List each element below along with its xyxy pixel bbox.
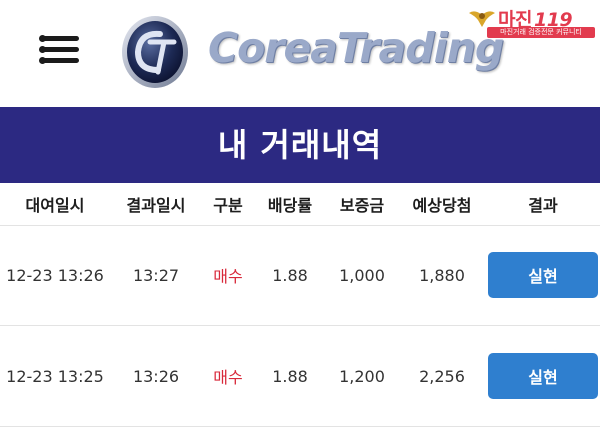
result-cell: 실현 bbox=[486, 326, 600, 426]
trade-type: 매수 bbox=[213, 368, 243, 387]
badge-subtitle: 마진거래 검증전문 커뮤니티 bbox=[487, 27, 595, 38]
result-button[interactable]: 실현 bbox=[488, 353, 598, 399]
result-time: 13:26 bbox=[132, 366, 180, 386]
margin119-badge: 마진 119 마진거래 검증전문 커뮤니티 bbox=[467, 5, 595, 39]
header-rent-time: 대여일시 bbox=[25, 196, 85, 215]
deposit: 1,200 bbox=[339, 366, 385, 386]
result-button[interactable]: 실현 bbox=[488, 252, 598, 298]
header-result: 결과 bbox=[528, 196, 558, 215]
rent-time: 12-23 13:26 bbox=[6, 265, 104, 285]
table-row: 12-23 13:25 13:26 매수 1.88 1,200 2,256 실현 bbox=[0, 326, 600, 427]
deposit: 1,000 bbox=[339, 265, 385, 285]
expected-win: 1,880 bbox=[419, 265, 465, 285]
eagle-wing-icon bbox=[469, 11, 495, 27]
menu-icon[interactable] bbox=[39, 34, 81, 66]
corea-trading-emblem-icon bbox=[122, 16, 188, 88]
header-rate: 배당률 bbox=[267, 196, 313, 215]
app-header: CoreaTrading 마진 119 마진거래 검증전문 커뮤니티 bbox=[0, 0, 600, 107]
payout-rate: 1.88 bbox=[272, 265, 308, 285]
result-cell: 실현 bbox=[486, 225, 600, 325]
trade-type: 매수 bbox=[213, 267, 243, 286]
rent-time: 12-23 13:25 bbox=[6, 366, 104, 386]
logo-text: CoreaTrading bbox=[208, 24, 504, 72]
page-title: 내 거래내역 bbox=[0, 107, 600, 183]
header-result-time: 결과일시 bbox=[126, 196, 186, 215]
header-expected: 예상당첨 bbox=[412, 196, 472, 215]
table-row: 12-23 13:26 13:27 매수 1.88 1,000 1,880 실현 bbox=[0, 225, 600, 326]
result-time: 13:27 bbox=[132, 265, 180, 285]
payout-rate: 1.88 bbox=[272, 366, 308, 386]
expected-win: 2,256 bbox=[419, 366, 465, 386]
header-type: 구분 bbox=[213, 196, 243, 215]
table-header: 대여일시 결과일시 구분 배당률 보증금 예상당첨 결과 bbox=[0, 183, 600, 226]
header-deposit: 보증금 bbox=[339, 196, 385, 215]
